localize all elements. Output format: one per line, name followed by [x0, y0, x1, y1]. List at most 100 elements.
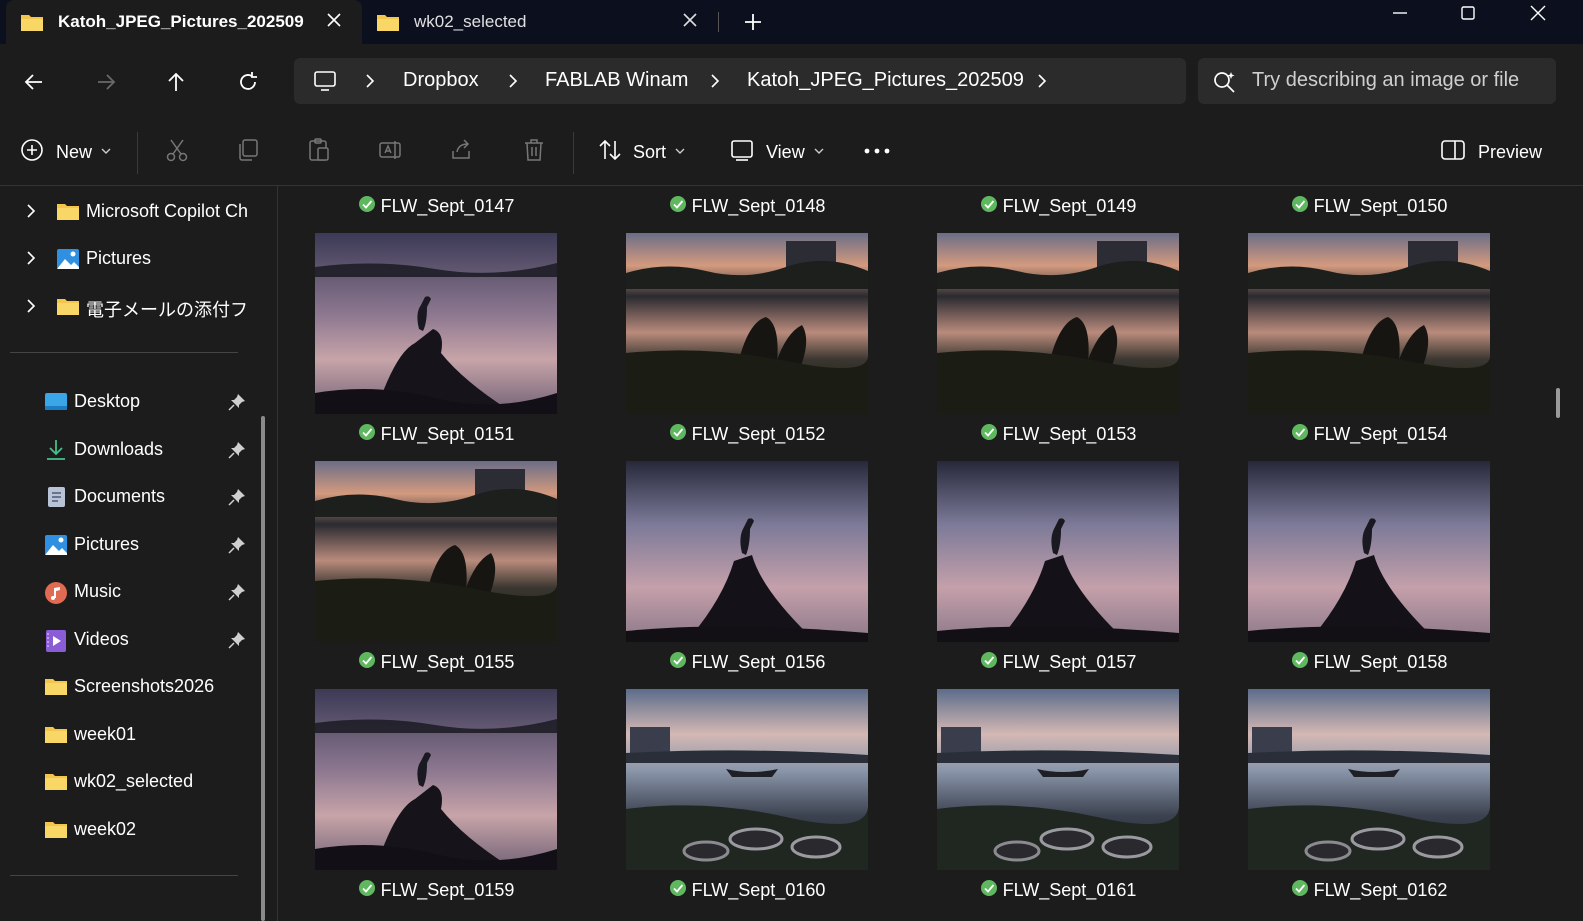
pin-icon[interactable]: [228, 441, 246, 464]
breadcrumb[interactable]: Dropbox FABLAB Winam Katoh_JPEG_Pictures…: [294, 58, 1186, 104]
search-input[interactable]: Try describing an image or file: [1198, 58, 1556, 104]
sidebar-item-label: week02: [74, 819, 137, 839]
sort-button[interactable]: Sort: [597, 136, 686, 168]
sidebar-item-screenshots2026[interactable]: Screenshots2026: [0, 666, 260, 706]
close-tab-icon[interactable]: [324, 10, 344, 30]
cut-button[interactable]: [164, 136, 190, 168]
file-item[interactable]: FLW_Sept_0154: [1248, 233, 1490, 455]
new-button[interactable]: New: [20, 136, 112, 168]
file-item[interactable]: FLW_Sept_0155: [315, 461, 557, 683]
photo-thumbnail[interactable]: [315, 689, 557, 870]
photo-thumbnail[interactable]: [315, 461, 557, 642]
sidebar-item-week01[interactable]: week01: [0, 714, 260, 754]
pin-icon[interactable]: [228, 536, 246, 559]
minimize-icon[interactable]: [1377, 0, 1423, 30]
file-item[interactable]: FLW_Sept_0152: [626, 233, 868, 455]
file-item[interactable]: FLW_Sept_0159: [315, 689, 557, 911]
sidebar-item-wk02-selected[interactable]: wk02_selected: [0, 761, 260, 801]
file-item[interactable]: FLW_Sept_0162: [1248, 689, 1490, 911]
sidebar-item-label: Pictures: [74, 534, 140, 554]
file-name-text: FLW_Sept_0160: [691, 880, 826, 900]
photo-thumbnail[interactable]: [1248, 233, 1490, 414]
delete-button[interactable]: [521, 136, 547, 168]
file-caption-top[interactable]: FLW_Sept_0149: [937, 195, 1179, 221]
file-name-text: FLW_Sept_0152: [691, 424, 826, 444]
file-item[interactable]: FLW_Sept_0153: [937, 233, 1179, 455]
view-button[interactable]: View: [730, 136, 825, 168]
more-options-button[interactable]: [862, 136, 892, 168]
this-pc-icon[interactable]: [312, 69, 338, 98]
sidebar-item-week02[interactable]: week02: [0, 809, 260, 849]
close-icon[interactable]: [1515, 0, 1561, 30]
chevron-right-icon[interactable]: [24, 250, 38, 271]
up-arrow-icon[interactable]: [158, 64, 194, 100]
chevron-right-icon[interactable]: [707, 72, 723, 90]
chevron-right-icon[interactable]: [362, 72, 378, 90]
pin-icon[interactable]: [228, 583, 246, 606]
tab-wk02-selected[interactable]: wk02_selected: [362, 0, 718, 44]
tab-katoh-jpeg[interactable]: Katoh_JPEG_Pictures_202509: [6, 0, 362, 44]
pin-icon[interactable]: [228, 631, 246, 654]
new-tab-button[interactable]: [738, 8, 768, 36]
share-button[interactable]: [449, 136, 475, 168]
back-arrow-icon[interactable]: [16, 64, 52, 100]
photo-thumbnail[interactable]: [626, 233, 868, 414]
chevron-right-icon[interactable]: [505, 72, 521, 90]
chevron-right-icon[interactable]: [24, 298, 38, 319]
rename-button[interactable]: [377, 136, 403, 168]
chevron-down-icon: [813, 143, 825, 161]
forward-arrow-icon[interactable]: [88, 64, 124, 100]
synced-check-icon: [669, 879, 687, 902]
preview-pane-button[interactable]: Preview: [1440, 136, 1542, 168]
sidebar-item-music[interactable]: Music: [0, 571, 260, 611]
sidebar-item-videos[interactable]: Videos: [0, 619, 260, 659]
sidebar-item-downloads[interactable]: Downloads: [0, 429, 260, 469]
pin-icon[interactable]: [228, 488, 246, 511]
refresh-icon[interactable]: [230, 64, 266, 100]
photo-thumbnail[interactable]: [937, 689, 1179, 870]
new-label: New: [56, 141, 93, 162]
sidebar-item-label: Microsoft Copilot Ch: [86, 201, 249, 221]
photo-thumbnail[interactable]: [626, 461, 868, 642]
chevron-right-icon[interactable]: [24, 203, 38, 224]
file-item[interactable]: FLW_Sept_0157: [937, 461, 1179, 683]
file-caption-top[interactable]: FLW_Sept_0150: [1248, 195, 1490, 221]
sidebar-item-pictures-tree[interactable]: Pictures: [0, 238, 260, 278]
photo-thumbnail[interactable]: [315, 233, 557, 414]
paste-button[interactable]: [306, 136, 332, 168]
breadcrumb-katoh-jpeg[interactable]: Katoh_JPEG_Pictures_202509: [747, 69, 1024, 92]
breadcrumb-fablab-winam[interactable]: FABLAB Winam: [545, 69, 688, 92]
file-item[interactable]: FLW_Sept_0151: [315, 233, 557, 455]
sidebar-item-desktop[interactable]: Desktop: [0, 381, 260, 421]
file-item[interactable]: FLW_Sept_0156: [626, 461, 868, 683]
address-row: Dropbox FABLAB Winam Katoh_JPEG_Pictures…: [0, 44, 1583, 118]
copy-button[interactable]: [235, 136, 261, 168]
photo-thumbnail[interactable]: [626, 689, 868, 870]
file-caption-top[interactable]: FLW_Sept_0148: [626, 195, 868, 221]
photo-thumbnail[interactable]: [1248, 689, 1490, 870]
breadcrumb-dropbox[interactable]: Dropbox: [403, 69, 479, 92]
sidebar-item-email-attachments[interactable]: 電子メールの添付ファ: [0, 286, 260, 326]
file-name-text: FLW_Sept_0148: [691, 196, 826, 216]
preview-label: Preview: [1478, 141, 1543, 162]
sidebar-scrollbar[interactable]: [261, 416, 265, 921]
photo-thumbnail[interactable]: [937, 233, 1179, 414]
chevron-right-icon[interactable]: [1034, 72, 1050, 90]
file-item[interactable]: FLW_Sept_0161: [937, 689, 1179, 911]
file-item[interactable]: FLW_Sept_0158: [1248, 461, 1490, 683]
tab-label: wk02_selected: [414, 12, 527, 31]
sidebar-item-microsoft-copilot[interactable]: Microsoft Copilot Ch: [0, 191, 260, 231]
maximize-icon[interactable]: [1445, 0, 1491, 30]
file-caption-top[interactable]: FLW_Sept_0147: [315, 195, 557, 221]
synced-check-icon: [1291, 879, 1309, 902]
sidebar-item-pictures[interactable]: Pictures: [0, 524, 260, 564]
preview-pane-icon: [1440, 139, 1466, 166]
file-item[interactable]: FLW_Sept_0160: [626, 689, 868, 911]
content-scrollbar[interactable]: [1556, 388, 1560, 418]
copy-icon: [235, 137, 261, 168]
pin-icon[interactable]: [228, 393, 246, 416]
photo-thumbnail[interactable]: [937, 461, 1179, 642]
photo-thumbnail[interactable]: [1248, 461, 1490, 642]
close-tab-icon[interactable]: [680, 10, 700, 30]
sidebar-item-documents[interactable]: Documents: [0, 476, 260, 516]
